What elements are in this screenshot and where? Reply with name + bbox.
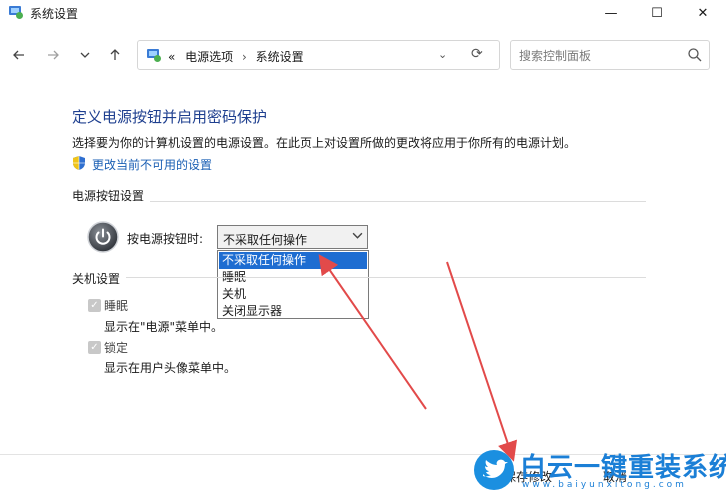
close-icon: ✕	[697, 5, 709, 21]
power-icon	[87, 221, 119, 253]
lock-description: 显示在用户头像菜单中。	[104, 361, 237, 375]
annotation-arrow-to-save	[446, 261, 518, 462]
lock-checkbox[interactable]: ✓	[88, 341, 101, 354]
minimize-button[interactable]: —	[588, 0, 634, 26]
search-box[interactable]	[510, 40, 710, 70]
address-bar[interactable]: « 电源选项 › 系统设置 ⌄ ⟳	[137, 40, 500, 70]
option-turn-off-display[interactable]: 关闭显示器	[219, 303, 367, 320]
arrow-right-icon	[48, 50, 59, 60]
maximize-button[interactable]: ☐	[634, 0, 680, 26]
power-button-group-label: 电源按钮设置	[72, 187, 151, 204]
chevron-down-icon	[352, 230, 363, 244]
group-divider	[72, 277, 646, 278]
breadcrumb-system-settings[interactable]: 系统设置	[256, 50, 304, 64]
up-button[interactable]	[104, 44, 126, 66]
select-value: 不采取任何操作	[223, 233, 308, 247]
breadcrumb: « 电源选项 › 系统设置	[168, 48, 304, 65]
option-do-nothing[interactable]: 不采取任何操作	[219, 252, 367, 269]
change-unavailable-settings-link[interactable]: 更改当前不可用的设置	[92, 156, 212, 173]
breadcrumb-power-options[interactable]: 电源选项	[185, 50, 233, 64]
page-description: 选择要为你的计算机设置的电源设置。在此页上对设置所做的更改将应用于你所有的电源计…	[72, 136, 577, 150]
watermark-bird-logo	[474, 450, 514, 490]
sleep-checkbox-label: 睡眠	[104, 299, 129, 313]
title-bar: 系统设置 — ☐ ✕	[0, 0, 726, 26]
navigation-bar: « 电源选项 › 系统设置 ⌄ ⟳	[0, 32, 726, 78]
group-divider	[72, 201, 646, 202]
power-button-label: 按电源按钮时:	[127, 232, 204, 246]
recent-locations-button[interactable]	[74, 44, 96, 66]
forward-button[interactable]	[42, 44, 64, 66]
power-button-action-select[interactable]: 不采取任何操作	[217, 225, 368, 249]
window-title: 系统设置	[30, 7, 79, 21]
control-panel-icon	[9, 6, 23, 19]
sleep-description: 显示在"电源"菜单中。	[104, 320, 224, 334]
page-title: 定义电源按钮并启用密码保护	[72, 108, 268, 126]
search-icon[interactable]	[687, 47, 703, 63]
breadcrumb-prefix[interactable]: «	[168, 50, 175, 64]
watermark-url: www.baiyunxitong.com	[522, 480, 687, 490]
shutdown-group-label: 关机设置	[72, 270, 127, 287]
minimize-icon: —	[604, 5, 618, 21]
back-button[interactable]	[8, 44, 30, 66]
maximize-icon: ☐	[651, 5, 663, 21]
refresh-icon[interactable]: ⟳	[471, 46, 483, 62]
power-button-options-dropdown: 不采取任何操作 睡眠 关机 关闭显示器	[217, 250, 369, 319]
uac-shield-icon	[73, 156, 85, 170]
watermark-text: 白云一键重装系统	[520, 453, 726, 483]
option-shutdown[interactable]: 关机	[219, 286, 367, 303]
control-panel-icon	[147, 49, 161, 62]
chevron-down-icon	[80, 52, 90, 58]
sleep-checkbox[interactable]: ✓	[88, 299, 101, 312]
breadcrumb-separator: ›	[242, 50, 247, 64]
arrow-up-icon	[110, 49, 120, 60]
lock-checkbox-label: 锁定	[104, 341, 129, 355]
watermark: 白云一键重装系统 www.baiyunxitong.com	[470, 444, 726, 494]
arrow-left-icon	[13, 50, 24, 60]
address-dropdown-icon[interactable]: ⌄	[438, 48, 447, 61]
close-button[interactable]: ✕	[680, 0, 726, 26]
search-input[interactable]	[519, 47, 679, 65]
